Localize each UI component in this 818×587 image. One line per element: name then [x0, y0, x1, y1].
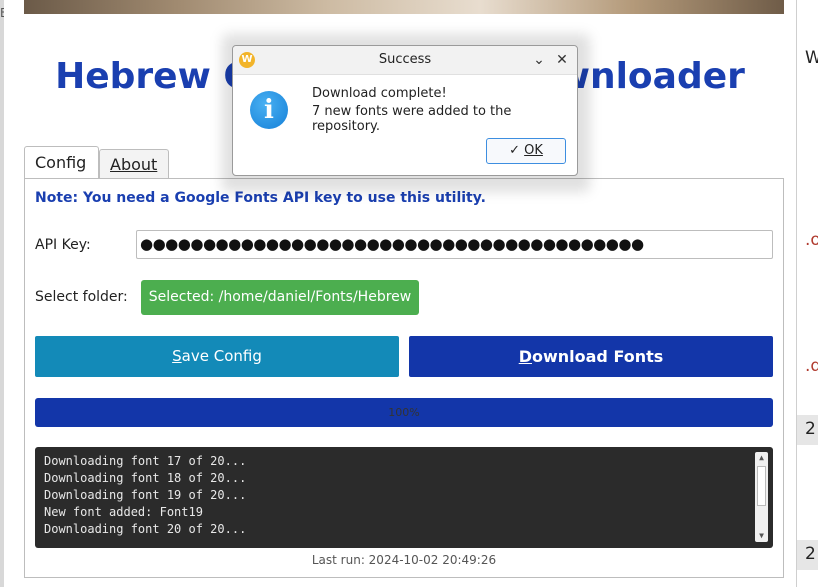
- select-folder-label: Select folder:: [35, 289, 128, 305]
- download-progress-bar: 100%: [35, 398, 773, 427]
- chevron-down-icon[interactable]: ⌄: [529, 50, 549, 70]
- background-glyph: .o: [805, 230, 818, 250]
- progress-label: 100%: [388, 406, 420, 419]
- last-run-timestamp: Last run: 2024-10-02 20:49:26: [311, 553, 497, 567]
- dialog-title: Success: [378, 52, 432, 67]
- scroll-down-icon[interactable]: ▼: [755, 530, 768, 542]
- dialog-message-line1: Download complete!: [312, 86, 447, 101]
- download-fonts-button[interactable]: Download Fonts: [409, 336, 773, 377]
- config-panel: Note: You need a Google Fonts API key to…: [24, 178, 784, 578]
- log-output[interactable]: Downloading font 17 of 20... Downloading…: [35, 447, 773, 548]
- background-window-right: W .o .d 2 2: [796, 0, 818, 587]
- close-icon[interactable]: ✕: [552, 50, 572, 70]
- api-key-label: API Key:: [35, 237, 91, 253]
- checkmark-icon: ✓: [509, 143, 520, 158]
- api-key-input[interactable]: ●●●●●●●●●●●●●●●●●●●●●●●●●●●●●●●●●●●●●●●●: [136, 230, 773, 259]
- background-glyph: W: [805, 48, 818, 68]
- header-banner-image: [24, 0, 784, 14]
- info-icon: i: [250, 91, 288, 129]
- log-line: Downloading font 20 of 20...: [44, 522, 247, 536]
- scroll-up-icon[interactable]: ▲: [755, 452, 768, 464]
- scrollbar-thumb[interactable]: [757, 466, 766, 506]
- log-line: Downloading font 19 of 20...: [44, 488, 247, 502]
- background-glyph: 2: [805, 544, 816, 564]
- tab-config[interactable]: Config: [24, 146, 99, 179]
- app-logo-icon: W: [239, 52, 255, 68]
- tab-about[interactable]: About: [99, 149, 169, 178]
- log-line: Downloading font 17 of 20...: [44, 454, 247, 468]
- dialog-message-line2: 7 new fonts were added to the repository…: [312, 104, 512, 134]
- background-glyph: 2: [805, 419, 816, 439]
- success-dialog: Success W ⌄ ✕ i Download complete! 7 new…: [232, 45, 578, 176]
- log-line: New font added: Font19: [44, 505, 203, 519]
- dialog-titlebar[interactable]: Success W ⌄ ✕: [233, 46, 577, 75]
- ok-button[interactable]: ✓ OK: [486, 138, 566, 164]
- select-folder-button[interactable]: Selected: /home/daniel/Fonts/Hebrew: [141, 280, 419, 315]
- log-scrollbar[interactable]: ▲ ▼: [755, 452, 768, 542]
- ok-button-label: OK: [524, 143, 543, 158]
- tab-about-label: About: [110, 155, 158, 174]
- save-config-button[interactable]: Save Config: [35, 336, 399, 377]
- background-glyph: .d: [805, 356, 818, 376]
- log-line: Downloading font 18 of 20...: [44, 471, 247, 485]
- api-key-note: Note: You need a Google Fonts API key to…: [35, 190, 486, 206]
- tab-config-label: Config: [35, 153, 87, 172]
